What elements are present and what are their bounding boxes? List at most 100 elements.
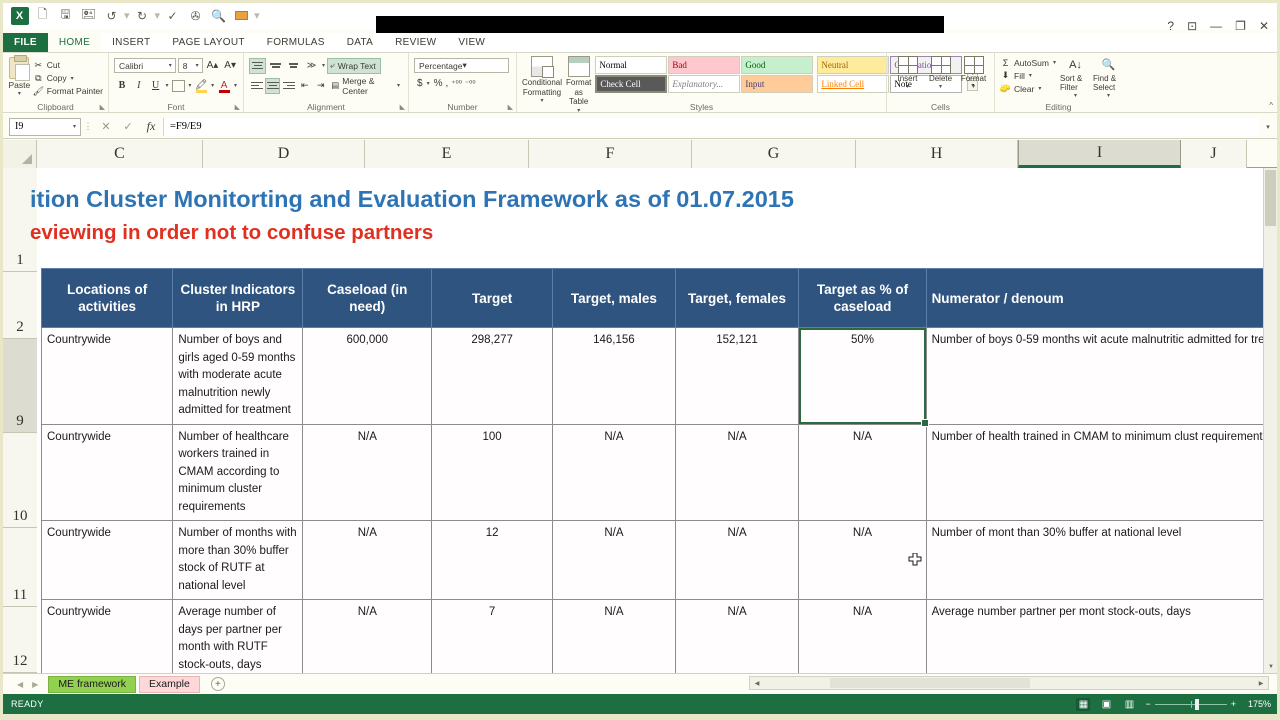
format-dropdown-caret[interactable]: ▾ [971, 83, 976, 90]
merge-dropdown-caret[interactable]: ▾ [396, 82, 401, 89]
cell-target-pct[interactable]: N/A [799, 424, 926, 521]
insert-function-icon[interactable]: fx [139, 119, 163, 134]
save-icon[interactable]: 🖫 [55, 5, 76, 26]
tab-data[interactable]: DATA [336, 33, 384, 52]
color-swatch-icon[interactable] [231, 5, 252, 26]
align-bottom-button[interactable] [285, 58, 302, 74]
cell-caseload[interactable]: 600,000 [303, 328, 432, 425]
cell-indicator[interactable]: Number of boys and girls aged 0-59 month… [173, 328, 303, 425]
column-header-I[interactable]: I [1018, 140, 1181, 168]
cell-location[interactable]: Countrywide [42, 521, 173, 600]
name-box-caret[interactable]: ▾ [73, 123, 76, 130]
decrease-decimal-button[interactable]: ⁻⁰⁰ [465, 79, 476, 88]
fill-dropdown-caret[interactable]: ▾ [1028, 72, 1033, 79]
fill-button[interactable]: ⬇ Fill ▾ [1000, 70, 1057, 81]
cell-numerator[interactable]: Number of mont than 30% buffer at nation… [926, 521, 1276, 600]
comma-style-button[interactable]: , [445, 78, 448, 89]
cell-location[interactable]: Countrywide [42, 424, 173, 521]
spelling-icon[interactable]: ✇ [185, 5, 206, 26]
cell-location[interactable]: Countrywide [42, 328, 173, 425]
print-preview-icon[interactable]: 🔍 [208, 5, 229, 26]
font-color-button[interactable]: A [216, 78, 232, 94]
find-select-button[interactable]: 🔍 Find & Select ▾ [1093, 56, 1124, 99]
currency-dropdown-caret[interactable]: ▾ [426, 80, 431, 87]
font-color-dropdown-caret[interactable]: ▾ [233, 82, 238, 89]
th-numerator-denominator[interactable]: Numerator / denoum [926, 269, 1276, 328]
minimize-button[interactable]: — [1210, 19, 1222, 33]
font-name-caret[interactable]: ▾ [169, 62, 172, 69]
column-header-C[interactable]: C [37, 140, 203, 168]
sheet-tab-example[interactable]: Example [139, 676, 200, 693]
confirm-edit-icon[interactable]: ✓ [117, 120, 139, 133]
style-linked-cell[interactable]: Linked Cell [817, 75, 889, 93]
add-sheet-button[interactable]: + [211, 677, 225, 691]
copy-dropdown-caret[interactable]: ▾ [70, 75, 75, 82]
percent-style-button[interactable]: % [434, 78, 443, 89]
row-header-2[interactable]: 2 [3, 272, 37, 339]
zoom-slider[interactable]: − + [1145, 699, 1236, 709]
currency-button[interactable]: $ [417, 78, 423, 89]
column-header-H[interactable]: H [856, 140, 1018, 168]
tab-file[interactable]: FILE [3, 33, 48, 52]
cell-target-males[interactable]: N/A [553, 424, 676, 521]
delete-dropdown-caret[interactable]: ▾ [938, 83, 943, 90]
italic-button[interactable]: I [131, 78, 147, 94]
th-target-pct-caseload[interactable]: Target as % of caseload [799, 269, 926, 328]
insert-dropdown-caret[interactable]: ▾ [905, 83, 910, 90]
bold-button[interactable]: B [114, 78, 130, 94]
sort-filter-button[interactable]: A↓ Sort & Filter ▾ [1060, 56, 1091, 99]
th-target-females[interactable]: Target, females [675, 269, 799, 328]
format-painter-button[interactable]: 🖌 Format Painter [33, 86, 103, 97]
cancel-edit-icon[interactable]: ✕ [95, 120, 117, 133]
clipboard-dialog-launcher[interactable]: ◣ [100, 103, 105, 111]
select-all-corner[interactable] [3, 140, 37, 168]
decrease-font-size-icon[interactable]: A▾ [222, 60, 238, 71]
touch-mode-icon[interactable]: ✓ [162, 5, 183, 26]
orientation-dropdown-caret[interactable]: ▾ [321, 62, 326, 69]
cell-caseload[interactable]: N/A [303, 600, 432, 674]
save-as-icon[interactable]: 🖭 [78, 5, 99, 26]
tab-insert[interactable]: INSERT [101, 33, 161, 52]
page-break-view-icon[interactable]: ▥ [1122, 698, 1136, 711]
vertical-scrollbar[interactable]: ▲ ▼ [1263, 168, 1277, 673]
autosum-button[interactable]: Σ AutoSum ▾ [1000, 57, 1057, 68]
tab-review[interactable]: REVIEW [384, 33, 447, 52]
name-box[interactable]: I9 ▾ [9, 118, 81, 136]
column-header-J[interactable]: J [1181, 140, 1247, 168]
cell-indicator[interactable]: Number of months with more than 30% buff… [173, 521, 303, 600]
style-normal[interactable]: Normal [595, 56, 667, 74]
decrease-indent-button[interactable]: ⇤ [297, 78, 312, 94]
paste-dropdown-caret[interactable]: ▾ [17, 90, 22, 97]
number-dialog-launcher[interactable]: ◣ [508, 103, 513, 111]
redo-icon[interactable]: ↻ [132, 5, 153, 26]
th-target-males[interactable]: Target, males [553, 269, 676, 328]
tab-page-layout[interactable]: PAGE LAYOUT [161, 33, 255, 52]
style-bad[interactable]: Bad [668, 56, 740, 74]
format-cells-button[interactable]: Format ▾ [958, 56, 989, 90]
collapse-ribbon-button[interactable]: ^ [1269, 101, 1273, 110]
new-file-icon[interactable]: 🗋 [32, 5, 53, 26]
scroll-down-icon[interactable]: ▼ [1264, 660, 1278, 673]
cell-target-males[interactable]: 146,156 [553, 328, 676, 425]
clear-button[interactable]: 🧽 Clear ▾ [1000, 83, 1057, 94]
cell-target-females[interactable]: N/A [675, 424, 799, 521]
close-button[interactable]: ✕ [1259, 19, 1269, 33]
sheet-next-icon[interactable]: ▶ [32, 680, 38, 689]
column-header-E[interactable]: E [365, 140, 529, 168]
cell-indicator[interactable]: Average number of days per partner per m… [173, 600, 303, 674]
cut-button[interactable]: ✂ Cut [33, 60, 103, 71]
conditional-formatting-button[interactable]: Conditional Formatting ▾ [522, 56, 562, 107]
align-right-button[interactable] [281, 78, 296, 94]
tab-view[interactable]: VIEW [447, 33, 496, 52]
row-header-12[interactable]: 12 [3, 607, 37, 673]
number-format-combo[interactable]: Percentage ▾ [414, 58, 509, 73]
column-header-D[interactable]: D [203, 140, 365, 168]
style-good[interactable]: Good [741, 56, 813, 74]
cell-target-females[interactable]: N/A [675, 521, 799, 600]
font-name-combo[interactable]: Calibri ▾ [114, 58, 176, 73]
style-explanatory[interactable]: Explanatory... [668, 75, 740, 93]
cell-target[interactable]: 298,277 [432, 328, 553, 425]
th-locations[interactable]: Locations of activities [42, 269, 173, 328]
alignment-dialog-launcher[interactable]: ◣ [400, 103, 405, 111]
restore-button[interactable]: ❐ [1235, 19, 1246, 33]
